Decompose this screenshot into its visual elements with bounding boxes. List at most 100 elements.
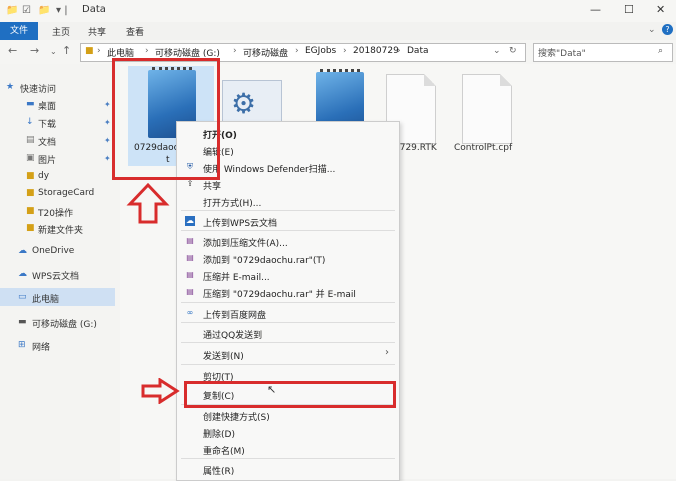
nav-pictures[interactable]: 图片 <box>38 153 56 166</box>
close-button[interactable]: ✕ <box>656 3 665 16</box>
winrar-icon: ▤ <box>186 287 194 296</box>
menu-send-qq[interactable]: 通过QQ发送到 <box>203 328 262 341</box>
nav-desktop[interactable]: 桌面 <box>38 99 56 112</box>
breadcrumb-egjobs[interactable]: EGJobs <box>305 46 336 56</box>
help-button[interactable]: ? <box>662 24 673 35</box>
file-name[interactable]: 0729.RTK <box>394 143 437 153</box>
folder-icon: ■ <box>85 46 94 56</box>
breadcrumb-removable-disk[interactable]: 可移动磁盘 <box>243 46 288 59</box>
menu-delete[interactable]: 删除(D) <box>203 427 235 440</box>
menu-defender-scan[interactable]: 使用 Windows Defender扫描... <box>203 162 335 175</box>
refresh-icon[interactable]: ↻ <box>509 46 517 56</box>
nav-network[interactable]: 网络 <box>32 340 50 353</box>
winrar-icon: ▤ <box>186 270 194 279</box>
document-icon[interactable] <box>462 74 512 144</box>
star-icon: ★ <box>6 82 15 92</box>
menu-separator <box>181 230 395 231</box>
nav-removable-disk[interactable]: 可移动磁盘 (G:) <box>32 317 97 330</box>
nav-documents[interactable]: 文档 <box>38 135 56 148</box>
nav-new-folder[interactable]: 新建文件夹 <box>38 223 83 236</box>
folder-icon: ■ <box>26 188 35 198</box>
menu-upload-wps[interactable]: 上传到WPS云文档 <box>203 216 277 229</box>
breadcrumb-20180729[interactable]: 20180729 <box>353 46 399 56</box>
menu-add-to-archive[interactable]: 添加到压缩文件(A)... <box>203 236 288 249</box>
folder-icon: ■ <box>26 171 35 181</box>
nav-onedrive[interactable]: OneDrive <box>32 246 74 256</box>
folder-icon: ■ <box>26 206 35 216</box>
ribbon-tabs: 文件 主页 共享 查看 ⌄ ? <box>0 22 676 41</box>
forward-arrow-icon[interactable]: → <box>30 44 39 57</box>
cloud-icon: ☁ <box>18 246 27 256</box>
computer-icon: ▭ <box>18 292 27 302</box>
file-name[interactable]: ControlPt.cpf <box>454 143 512 153</box>
menu-properties[interactable]: 属性(R) <box>203 464 234 477</box>
recent-locations-icon[interactable]: ⌄ <box>50 47 57 56</box>
menu-separator <box>181 458 395 459</box>
nav-t20[interactable]: T20操作 <box>38 206 73 219</box>
menu-upload-baidu[interactable]: 上传到百度网盘 <box>203 308 266 321</box>
annotation-box-copy <box>184 381 396 408</box>
menu-send-to[interactable]: 发送到(N) <box>203 349 244 362</box>
annotation-up-arrow-icon <box>126 182 170 224</box>
window-title: Data <box>82 4 106 15</box>
folder-icon: ■ <box>26 223 35 233</box>
submenu-arrow-icon: › <box>385 347 389 358</box>
pictures-icon: ▣ <box>26 153 35 163</box>
download-icon: ↓ <box>26 117 34 127</box>
winrar-icon: ▤ <box>186 236 194 245</box>
nav-quick-access[interactable]: 快速访问 <box>20 82 56 95</box>
up-arrow-icon[interactable]: ↑ <box>62 44 71 57</box>
tab-file[interactable]: 文件 <box>0 22 38 40</box>
search-icon: ⌕ <box>658 46 664 56</box>
properties-check-icon[interactable]: ☑ <box>22 5 31 16</box>
nav-wps-cloud[interactable]: WPS云文档 <box>32 269 79 282</box>
pin-icon: ✦ <box>104 118 111 127</box>
breadcrumb-data[interactable]: Data <box>407 46 429 56</box>
network-icon: ⊞ <box>18 340 26 350</box>
baidu-netdisk-icon: ∞ <box>186 308 194 317</box>
back-arrow-icon[interactable]: ← <box>8 44 17 57</box>
winrar-icon: ▤ <box>186 253 194 262</box>
folder-icon: 📁 <box>6 5 19 16</box>
nav-downloads[interactable]: 下载 <box>38 117 56 130</box>
menu-separator <box>181 364 395 365</box>
menu-separator <box>181 342 395 343</box>
pin-icon: ✦ <box>104 100 111 109</box>
search-input[interactable]: 搜索"Data" ⌕ <box>533 43 673 62</box>
menu-compress-email[interactable]: 压缩并 E-mail... <box>203 270 270 283</box>
expand-ribbon-icon[interactable]: ⌄ <box>648 25 656 35</box>
menu-add-to-rar[interactable]: 添加到 "0729daochu.rar"(T) <box>203 253 325 266</box>
tab-home[interactable]: 主页 <box>52 25 70 38</box>
title-bar: 📁 ☑ 📁 ▾ | Data — ☐ ✕ <box>0 0 676 22</box>
new-folder-icon[interactable]: 📁 <box>38 5 50 16</box>
menu-rename[interactable]: 重命名(M) <box>203 444 245 457</box>
menu-separator <box>181 210 395 211</box>
cloud-icon: ☁ <box>18 269 27 279</box>
menu-compress-rar-email[interactable]: 压缩到 "0729daochu.rar" 并 E-mail <box>203 287 356 300</box>
menu-separator <box>181 322 395 323</box>
gear-icon: ⚙ <box>231 87 257 120</box>
nav-dy[interactable]: dy <box>38 171 49 181</box>
maximize-button[interactable]: ☐ <box>624 3 634 16</box>
navigation-pane: ★ 快速访问 ▬ 桌面 ✦ ↓ 下载 ✦ ▤ 文档 ✦ ▣ 图片 ✦ ■ dy … <box>0 64 120 479</box>
tab-share[interactable]: 共享 <box>88 25 106 38</box>
nav-storagecard[interactable]: StorageCard <box>38 188 94 198</box>
menu-open-with[interactable]: 打开方式(H)... <box>203 196 261 209</box>
wps-cloud-icon: ☁ <box>185 216 195 226</box>
menu-share[interactable]: 共享 <box>203 179 221 192</box>
minimize-button[interactable]: — <box>590 3 601 16</box>
navigation-bar: ← → ⌄ ↑ ■ › 此电脑 › 可移动磁盘 (G:) › 可移动磁盘 › E… <box>0 40 676 64</box>
desktop-icon: ▬ <box>26 99 35 109</box>
menu-create-shortcut[interactable]: 创建快捷方式(S) <box>203 410 270 423</box>
dropdown-chevron-icon[interactable]: ⌄ <box>493 46 501 56</box>
nav-this-pc[interactable]: 此电脑 <box>32 292 59 305</box>
annotation-right-arrow-icon <box>141 378 180 404</box>
pin-icon: ✦ <box>104 154 111 163</box>
search-placeholder: 搜索"Data" <box>538 49 586 59</box>
annotation-box-file <box>112 58 220 180</box>
quick-access-toolbar[interactable]: ▾ | <box>56 5 68 16</box>
drive-icon: ▬ <box>18 317 27 327</box>
documents-icon: ▤ <box>26 135 35 145</box>
tab-view[interactable]: 查看 <box>126 25 144 38</box>
share-icon: ⇪ <box>186 179 194 188</box>
